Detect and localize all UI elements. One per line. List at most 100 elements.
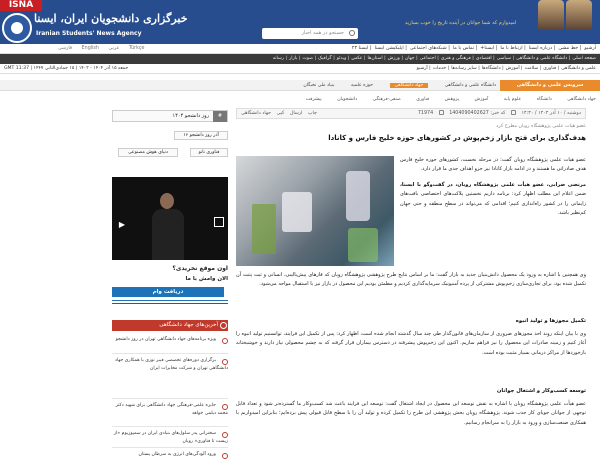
sub-nav-item[interactable]: پژوهش bbox=[445, 97, 459, 102]
sub-nav-item[interactable]: آموزش bbox=[475, 97, 489, 102]
send-icon[interactable]: ارسال bbox=[290, 111, 303, 116]
divider bbox=[112, 447, 228, 448]
search-input[interactable]: جستجو در همه اخبار bbox=[262, 28, 358, 39]
section-nav-item-active[interactable]: جهاد دانشگاهی bbox=[389, 83, 429, 88]
sub-nav-item[interactable]: دانشجویان bbox=[337, 97, 357, 102]
main-nav-item[interactable]: اجتماعی bbox=[420, 56, 436, 61]
top-nav-item[interactable]: شبکه‌های اجتماعی bbox=[410, 46, 447, 51]
main-nav-item[interactable]: بازار bbox=[289, 56, 297, 61]
bullet-icon bbox=[220, 402, 228, 410]
sub-nav-item[interactable]: پیشرفت bbox=[306, 97, 322, 102]
brand-badge[interactable]: ISNA bbox=[0, 0, 42, 11]
main-nav-item[interactable]: عکس bbox=[351, 56, 362, 61]
main-nav: صفحه اصلی| دانشگاه علمی و دانشگاهی| سیاس… bbox=[0, 54, 600, 64]
leader-portrait-icon bbox=[538, 0, 564, 30]
top-nav-item[interactable]: درباره ایسنا bbox=[529, 46, 552, 51]
list-item[interactable]: ویژه برنامه‌های جهاد دانشگاهی تهران در ر… bbox=[112, 336, 228, 344]
search-icon[interactable] bbox=[349, 30, 355, 36]
ad-title[interactable]: اون موقع نخریدی؟ bbox=[172, 265, 228, 272]
info-bar: GMT 11:37 | جمعه ۱۵ آذر ۱۴۰۴ - ۱۴۰۲ | ۱۵… bbox=[0, 64, 600, 74]
list-item[interactable]: برگزاری دوره‌های تخصصی فیبر نوری با همکا… bbox=[112, 357, 228, 373]
top-nav-item[interactable]: ارتباط با ما bbox=[500, 46, 522, 51]
sub-nav-item[interactable]: صنفی-فرهنگی bbox=[373, 97, 401, 102]
section-nav-item[interactable]: حوزه علمیه bbox=[351, 83, 373, 88]
sub-nav-item[interactable]: دانشگاه bbox=[537, 97, 552, 102]
tag-16-azar[interactable]: ۱۶ آذر روز دانشجو bbox=[174, 131, 228, 140]
sub-nav-item[interactable]: فناوری bbox=[416, 97, 429, 102]
main-nav-item[interactable]: گرافیک bbox=[318, 56, 332, 61]
top-nav-item[interactable]: خط مشی bbox=[558, 46, 578, 51]
top-nav-item[interactable]: تماس با ما bbox=[453, 46, 474, 51]
info-nav-item[interactable]: آرشیو bbox=[417, 66, 428, 71]
section-nav: سرویس علمی و دانشگاهی دانشگاه علمی و دان… bbox=[0, 80, 600, 91]
info-nav-item[interactable]: سایر رسانه‌ها bbox=[451, 66, 477, 71]
tag-student-day[interactable]: روز دانشجو ۱۴۰۴ # bbox=[112, 110, 228, 122]
main-nav-item[interactable]: استان‌ها bbox=[368, 56, 383, 61]
speaker-intro: مرتضی ضرابی، عضو هیأت علمی پژوهشگاه رویا… bbox=[400, 181, 586, 188]
top-nav-item[interactable]: ایسنا ۲۴ bbox=[352, 46, 369, 51]
info-nav-item[interactable]: سلامت bbox=[525, 66, 539, 71]
info-nav-item[interactable]: آموزش bbox=[506, 66, 520, 71]
main-nav-item[interactable]: سیاسی bbox=[497, 56, 511, 61]
info-nav-item[interactable]: فناوری bbox=[543, 66, 556, 71]
bullet-icon bbox=[220, 430, 228, 438]
main-nav-item[interactable]: ویدئو bbox=[337, 56, 347, 61]
info-nav-item[interactable]: علمی و دانشگاهی bbox=[561, 66, 596, 71]
video-person-body bbox=[152, 209, 184, 260]
sidebar-video[interactable]: ▶ bbox=[112, 177, 228, 260]
lang-fa[interactable]: فارسی bbox=[58, 46, 72, 51]
info-nav-item[interactable]: دانشگاه‌ها bbox=[482, 66, 501, 71]
section-nav-item[interactable]: دانشگاه علمی و دانشگاهی bbox=[445, 83, 496, 88]
news-text[interactable]: ورود آلودگی‌های انرژی به سرطان پستان bbox=[138, 452, 216, 457]
main-nav-item[interactable]: دانشگاه علمی و دانشگاهی bbox=[516, 56, 567, 61]
lang-ar[interactable]: عربی bbox=[108, 46, 119, 51]
lang-tr[interactable]: Türkçe bbox=[129, 46, 145, 51]
main-nav-item[interactable]: رسانه bbox=[273, 56, 284, 61]
main-nav-item[interactable]: ورزش bbox=[388, 56, 400, 61]
news-text[interactable]: سخنرانی پدر سلول‌های بنیادی ایران در سمپ… bbox=[114, 431, 228, 444]
top-nav-item[interactable]: اپلیکیشن ایسنا bbox=[375, 46, 404, 51]
tag-ai[interactable]: دنیای هوش مصنوعی bbox=[118, 148, 178, 157]
news-text[interactable]: ویژه برنامه‌های جهاد دانشگاهی تهران در ر… bbox=[116, 337, 216, 342]
section-nav-item[interactable]: بنیاد ملی نخبگان bbox=[303, 83, 334, 88]
get-loan-button[interactable]: دریافت وام bbox=[112, 287, 224, 297]
list-item[interactable]: ورود آلودگی‌های انرژی به سرطان پستان bbox=[112, 451, 228, 459]
site-name-fa[interactable]: خبرگزاری دانشجویان ایران، ایسنا bbox=[34, 12, 188, 25]
article-source[interactable]: جهاد دانشگاهی bbox=[241, 111, 271, 116]
volume-icon[interactable]: ▶ bbox=[116, 220, 128, 230]
news-text[interactable]: برگزاری دوره‌های تخصصی فیبر نوری با همکا… bbox=[115, 358, 228, 371]
hashtag-icon: # bbox=[213, 111, 227, 122]
article-subheading-2: توسعه کسب‌وکار و اشتغال جوانان bbox=[496, 388, 586, 394]
main-nav-item[interactable]: صفحه اصلی bbox=[572, 56, 596, 61]
print-icon[interactable]: چاپ bbox=[308, 111, 317, 116]
list-item[interactable]: جایزه علمی-فرهنگی جهاد دانشگاهی برای شهی… bbox=[112, 402, 228, 418]
main-nav-item[interactable]: اقتصادی bbox=[476, 56, 492, 61]
video-person bbox=[160, 193, 174, 209]
search-placeholder: جستجو در همه اخبار bbox=[301, 30, 344, 36]
section-title[interactable]: سرویس علمی و دانشگاهی bbox=[500, 80, 600, 91]
tag-nano[interactable]: فناوری نانو bbox=[190, 148, 228, 157]
news-text[interactable]: جایزه علمی-فرهنگی جهاد دانشگاهی برای شهی… bbox=[116, 403, 228, 416]
site-logo-icon[interactable] bbox=[2, 13, 32, 43]
info-nav-item[interactable]: خدمات bbox=[433, 66, 446, 71]
fullscreen-icon[interactable] bbox=[214, 217, 224, 227]
code-icon bbox=[510, 110, 516, 115]
site-header: ISNA خبرگزاری دانشجویان ایران، ایسنا Ira… bbox=[0, 0, 600, 44]
bullet-icon bbox=[220, 357, 228, 365]
article-photo[interactable] bbox=[236, 156, 394, 266]
ad-subtitle[interactable]: الان وامش با ما bbox=[185, 276, 228, 282]
copy-icon[interactable]: کپی bbox=[277, 111, 285, 116]
top-nav-item[interactable]: آرشیو bbox=[584, 46, 596, 51]
main-nav-item[interactable]: فرهنگی و هنری bbox=[441, 56, 471, 61]
article-paragraph-2: وی همچنین با اشاره به ورود یک محصول دانش… bbox=[236, 272, 586, 288]
main-nav-item[interactable]: جهان bbox=[405, 56, 415, 61]
lang-en[interactable]: English bbox=[82, 46, 99, 51]
article-body-block: عضو هیأت علمی پژوهشگاه رویان با اشاره به… bbox=[236, 400, 586, 428]
sub-nav-item[interactable]: علوم پایه bbox=[504, 97, 521, 102]
top-nav-item[interactable]: ایسنا+ bbox=[480, 46, 494, 51]
list-item[interactable]: سخنرانی پدر سلول‌های بنیادی ایران در سمپ… bbox=[112, 430, 228, 446]
article-lead-block: عضو هیات علمی پژوهشگاه رویان گفت: در مرح… bbox=[400, 156, 586, 218]
main-nav-item[interactable]: صوت bbox=[302, 56, 313, 61]
article-lead: عضو هیات علمی پژوهشگاه رویان گفت: در مرح… bbox=[400, 157, 586, 173]
sub-nav-item[interactable]: جهاد دانشگاهی bbox=[567, 97, 596, 102]
